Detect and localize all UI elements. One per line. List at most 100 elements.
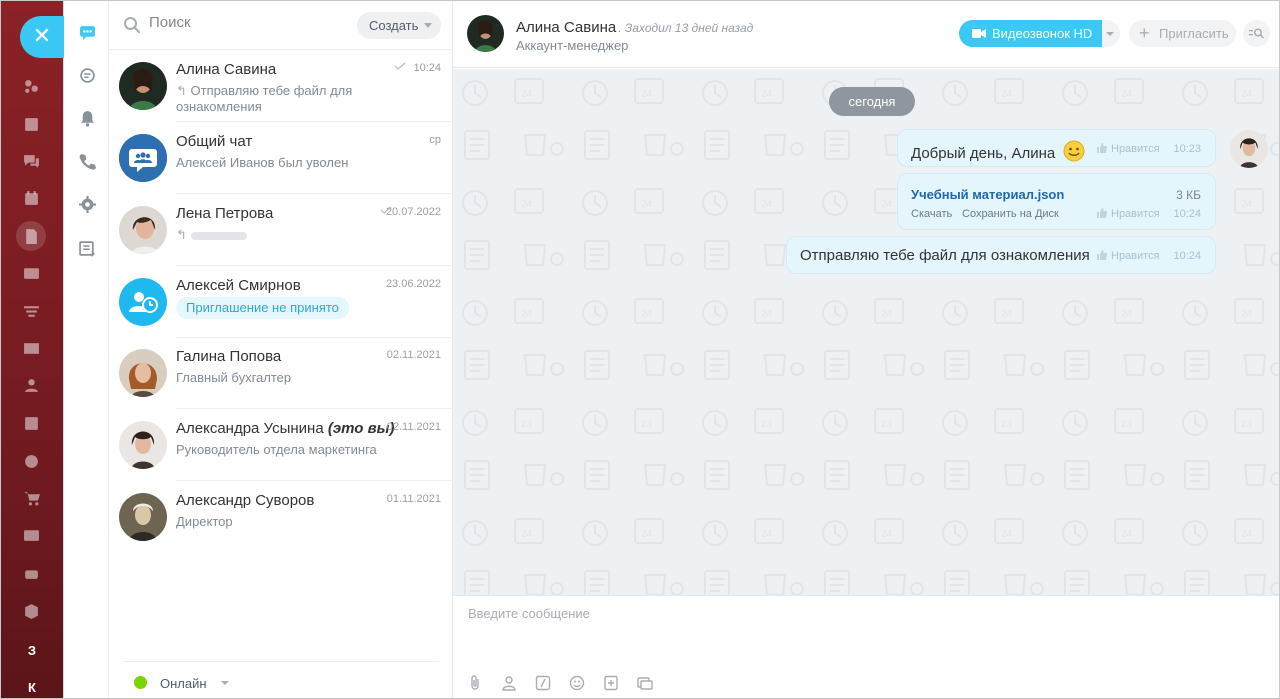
employees-icon[interactable] bbox=[16, 370, 46, 400]
camera-icon bbox=[972, 29, 986, 38]
avatar bbox=[119, 206, 167, 254]
date-divider: сегодня bbox=[829, 87, 915, 116]
recent-item[interactable]: Галина Попова 02.11.2021 Главный бухгалт… bbox=[109, 337, 453, 409]
self-marker: (это вы) bbox=[327, 420, 395, 437]
robot-icon[interactable] bbox=[16, 558, 46, 588]
create-event-icon[interactable] bbox=[637, 675, 653, 691]
recent-item[interactable]: Александр Суворов 01.11.2021 Директор bbox=[109, 481, 453, 553]
target-icon[interactable] bbox=[16, 446, 46, 476]
recent-item[interactable]: Алина Савина 10:24 ↰ Отправляю тебе файл… bbox=[109, 50, 453, 122]
message-time: 10:24 bbox=[1173, 208, 1201, 220]
emoji-smile-icon[interactable] bbox=[569, 675, 585, 691]
search-list-icon bbox=[1249, 28, 1264, 39]
documents-icon[interactable] bbox=[16, 221, 46, 251]
message-time: 02.11.2021 bbox=[386, 421, 441, 433]
contact-center-icon[interactable] bbox=[16, 520, 46, 550]
invite-label: Пригласить bbox=[1159, 26, 1229, 41]
video-call-menu-button[interactable] bbox=[1102, 20, 1120, 47]
reply-icon: ↰ bbox=[176, 227, 187, 242]
user-mention-icon[interactable] bbox=[501, 675, 517, 691]
thumb-up-icon bbox=[1097, 208, 1107, 218]
invite-button[interactable]: + Пригласить bbox=[1129, 20, 1236, 47]
last-message: ↰ bbox=[176, 227, 396, 243]
calendar-icon[interactable] bbox=[16, 183, 46, 213]
chat-avatar[interactable] bbox=[467, 15, 504, 52]
create-chat-button[interactable]: Создать bbox=[357, 12, 441, 39]
thumb-up-icon bbox=[1097, 250, 1107, 260]
sender-avatar[interactable] bbox=[1230, 130, 1268, 168]
rail-letter-z[interactable]: З bbox=[0, 643, 64, 658]
drive-icon[interactable] bbox=[16, 258, 46, 288]
mail-icon[interactable] bbox=[16, 333, 46, 363]
rail-letter-k[interactable]: К bbox=[0, 680, 64, 695]
settings-gear-icon[interactable] bbox=[76, 193, 98, 215]
task-list-icon[interactable] bbox=[76, 237, 98, 259]
close-messenger-button[interactable]: ✕ bbox=[20, 16, 64, 58]
notifications-tab-icon[interactable] bbox=[76, 107, 98, 129]
video-call-label: Видеозвонок HD bbox=[992, 26, 1093, 41]
search-input[interactable] bbox=[149, 14, 349, 31]
message-composer bbox=[453, 595, 1280, 699]
avatar bbox=[119, 278, 167, 326]
last-message: Алексей Иванов был уволен bbox=[176, 155, 349, 170]
like-button[interactable]: Нравится bbox=[1097, 208, 1160, 220]
shop-icon[interactable] bbox=[16, 483, 46, 513]
chat-name: Общий чат bbox=[176, 133, 253, 150]
download-link[interactable]: Скачать bbox=[911, 208, 952, 220]
search-messages-button[interactable] bbox=[1243, 20, 1270, 47]
chevron-down-icon bbox=[221, 681, 229, 685]
message-text: Добрый день, Алина bbox=[911, 140, 1085, 162]
file-size: 3 КБ bbox=[1176, 188, 1201, 202]
message-time: 10:23 bbox=[1173, 143, 1201, 155]
recent-item[interactable]: Лена Петрова 20.07.2022 ↰ bbox=[109, 194, 453, 266]
reply-icon: ↰ bbox=[176, 83, 191, 98]
message-time: 10:24 bbox=[1173, 250, 1201, 262]
online-status-label: Онлайн bbox=[160, 676, 207, 691]
activity-stream-icon[interactable] bbox=[16, 71, 46, 101]
message-bubble[interactable]: Отправляю тебе файл для ознакомления Нра… bbox=[786, 236, 1216, 274]
tasks-icon[interactable] bbox=[16, 408, 46, 438]
chat-title[interactable]: Алина Савина. Заходил 13 дней назад bbox=[516, 19, 753, 36]
like-label: Нравится bbox=[1111, 208, 1160, 220]
invitation-status-badge: Приглашение не принято bbox=[176, 297, 349, 319]
file-name-link[interactable]: Учебный материал.json bbox=[911, 187, 1064, 202]
message-input[interactable] bbox=[468, 606, 1258, 646]
message-time: 23.06.2022 bbox=[385, 278, 441, 290]
recent-chats-panel: Создать Алина Савина 10:24 ↰ Отправляю т… bbox=[109, 0, 453, 699]
contact-name: Александр Суворов bbox=[176, 492, 315, 509]
file-message-bubble[interactable]: Учебный материал.json 3 КБ Скачать Сохра… bbox=[897, 173, 1216, 230]
attach-file-icon[interactable] bbox=[467, 675, 483, 691]
avatar bbox=[119, 62, 167, 110]
search-icon bbox=[124, 17, 141, 34]
command-icon[interactable] bbox=[535, 675, 551, 691]
contact-name: Лена Петрова bbox=[176, 205, 274, 222]
messenger-nav bbox=[64, 0, 109, 699]
create-label: Создать bbox=[369, 18, 419, 33]
market-icon[interactable] bbox=[16, 596, 46, 626]
message-time: 20.07.2022 bbox=[385, 206, 441, 218]
avatar bbox=[119, 493, 167, 541]
recent-item[interactable]: Александра Усынина (это вы) 02.11.2021 Р… bbox=[109, 409, 453, 481]
contact-name: Александра Усынина (это вы) bbox=[176, 420, 394, 437]
app-sidebar: ✕ З К bbox=[0, 0, 64, 699]
save-to-disk-link[interactable]: Сохранить на Диск bbox=[962, 208, 1059, 220]
like-button[interactable]: Нравится bbox=[1097, 250, 1160, 262]
chat-title-text: Алина Савина bbox=[516, 19, 617, 36]
smile-emoji-icon bbox=[1063, 140, 1085, 162]
video-call-button[interactable]: Видеозвонок HD bbox=[959, 20, 1102, 47]
online-status-selector[interactable]: Онлайн bbox=[123, 661, 439, 699]
openlines-tab-icon[interactable] bbox=[76, 64, 98, 86]
create-task-icon[interactable] bbox=[603, 675, 619, 691]
news-icon[interactable] bbox=[16, 109, 46, 139]
recent-item[interactable]: Алексей Смирнов 23.06.2022 Приглашение н… bbox=[109, 266, 453, 338]
filter-icon[interactable] bbox=[16, 296, 46, 326]
like-button[interactable]: Нравится bbox=[1097, 143, 1160, 155]
calls-tab-icon[interactable] bbox=[76, 150, 98, 172]
like-label: Нравится bbox=[1111, 143, 1160, 155]
message-bubble[interactable]: Добрый день, Алина Нравится 10:23 bbox=[897, 129, 1216, 167]
recent-item[interactable]: Общий чат ср Алексей Иванов был уволен bbox=[109, 122, 453, 194]
chats-tab-icon[interactable] bbox=[76, 21, 98, 43]
message-area: 24 сегодня Добрый день, Алина Нравится 1… bbox=[453, 69, 1280, 595]
contact-position: Директор bbox=[176, 514, 233, 529]
chats-icon[interactable] bbox=[16, 146, 46, 176]
